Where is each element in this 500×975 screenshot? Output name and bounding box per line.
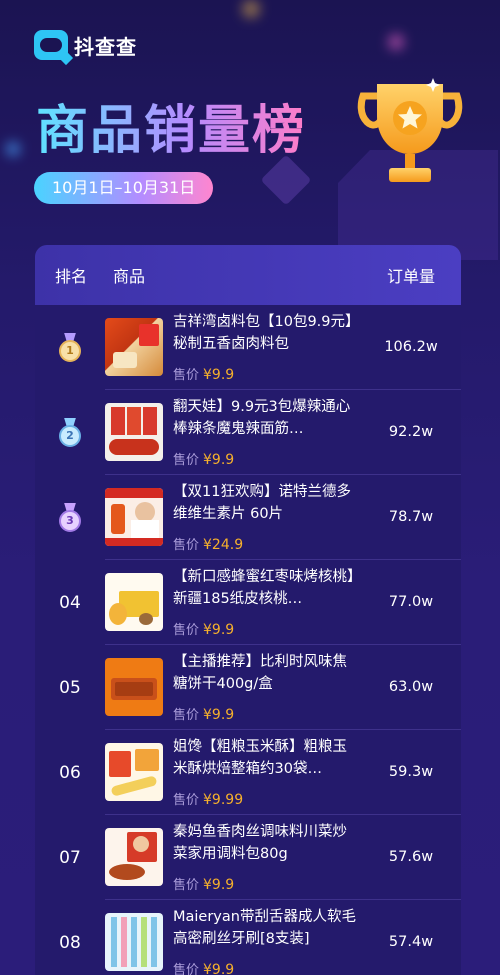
table-row[interactable]: 2 翻天娃】9.9元3包爆辣通心棒辣条魔鬼辣面筋… 售价 ¥9.9 92.2w	[59, 390, 461, 475]
product-name[interactable]: 【主播推荐】比利时风味焦糖饼干400g/盒	[173, 651, 361, 695]
rank-cell: 05	[59, 677, 81, 698]
gold-medal-icon: 1	[58, 332, 82, 363]
product-name[interactable]: Maieryan带刮舌器成人软毛高密刷丝牙刷[8支装]	[173, 906, 361, 950]
header-rank: 排名	[55, 267, 88, 286]
price-label: 售价	[173, 963, 200, 975]
table-row[interactable]: 06 姐馋【粗粮玉米酥】粗粮玉米酥烘焙整箱约30袋… 售价 ¥9.99 59.3w	[59, 730, 461, 815]
price-label: 售价	[173, 623, 200, 638]
app-logo[interactable]: 抖查查	[34, 30, 137, 66]
price-value: ¥9.9	[203, 367, 235, 383]
table-header: 排名 商品 订单量	[35, 245, 461, 305]
price-value: ¥9.9	[203, 962, 235, 975]
decor-glow-pink	[388, 34, 404, 50]
rank-cell: 06	[59, 762, 81, 783]
product-thumbnail[interactable]	[105, 488, 163, 546]
order-count: 106.2w	[384, 339, 438, 355]
table-row[interactable]: 3 【双11狂欢购】诺特兰德多维维生素片 60片 售价 ¥24.9 78.7w	[59, 475, 461, 560]
price-line: 售价 ¥9.9	[173, 704, 361, 723]
order-count: 77.0w	[388, 594, 434, 610]
table-row[interactable]: 07 秦妈鱼香肉丝调味料川菜炒菜家用调料包80g 售价 ¥9.9 57.6w	[59, 815, 461, 900]
price-label: 售价	[173, 453, 200, 468]
price-line: 售价 ¥9.9	[173, 449, 361, 468]
rank-cell: 2	[35, 390, 105, 475]
decor-glow-blue	[6, 142, 20, 156]
table-row[interactable]: 04 【新口感蜂蜜红枣味烤核桃】新疆185纸皮核桃… 售价 ¥9.9 77.0w	[59, 560, 461, 645]
rank-cell: 3	[35, 475, 105, 560]
product-thumbnail[interactable]	[105, 658, 163, 716]
price-value: ¥9.9	[203, 452, 235, 468]
product-thumbnail[interactable]	[105, 743, 163, 801]
price-value: ¥24.9	[203, 537, 244, 553]
ranking-panel: 排名 商品 订单量 1 吉祥湾卤料包【10包9.9元】秘制五香卤肉料包 售价 ¥9…	[35, 245, 461, 975]
rank-cell: 08	[59, 932, 81, 953]
price-value: ¥9.9	[203, 622, 235, 638]
price-line: 售价 ¥9.99	[173, 789, 361, 808]
rank-cell: 07	[59, 847, 81, 868]
header-goods: 商品	[113, 267, 146, 286]
product-thumbnail[interactable]	[105, 573, 163, 631]
product-name[interactable]: 姐馋【粗粮玉米酥】粗粮玉米酥烘焙整箱约30袋…	[173, 736, 361, 780]
order-count: 78.7w	[388, 509, 434, 525]
order-count: 57.4w	[388, 934, 434, 950]
product-thumbnail[interactable]	[105, 318, 163, 376]
app-name: 抖查查	[74, 34, 137, 59]
order-count: 92.2w	[388, 424, 434, 440]
price-value: ¥9.99	[203, 792, 244, 808]
product-name[interactable]: 秦妈鱼香肉丝调味料川菜炒菜家用调料包80g	[173, 821, 361, 865]
price-value: ¥9.9	[203, 707, 235, 723]
price-label: 售价	[173, 368, 200, 383]
trophy-icon	[357, 78, 463, 182]
price-line: 售价 ¥9.9	[173, 619, 361, 638]
product-name[interactable]: 吉祥湾卤料包【10包9.9元】秘制五香卤肉料包	[173, 311, 361, 355]
chat-bubble-icon	[34, 30, 74, 66]
price-label: 售价	[173, 878, 200, 893]
product-thumbnail[interactable]	[105, 913, 163, 971]
rank-cell: 1	[35, 305, 105, 390]
bronze-medal-icon: 3	[58, 502, 82, 533]
product-thumbnail[interactable]	[105, 828, 163, 886]
price-line: 售价 ¥24.9	[173, 534, 361, 553]
decor-glow-gold	[242, 0, 260, 18]
table-row[interactable]: 08 Maieryan带刮舌器成人软毛高密刷丝牙刷[8支装] 售价 ¥9.9 57…	[59, 900, 461, 975]
rank-cell: 04	[59, 592, 81, 613]
table-row[interactable]: 1 吉祥湾卤料包【10包9.9元】秘制五香卤肉料包 售价 ¥9.9 106.2w	[59, 305, 461, 390]
product-name[interactable]: 翻天娃】9.9元3包爆辣通心棒辣条魔鬼辣面筋…	[173, 396, 361, 440]
header-orders: 订单量	[386, 267, 435, 286]
product-name[interactable]: 【新口感蜂蜜红枣味烤核桃】新疆185纸皮核桃…	[173, 566, 361, 610]
silver-medal-icon: 2	[58, 417, 82, 448]
price-label: 售价	[173, 538, 200, 553]
date-range-pill[interactable]: 10月1日–10月31日	[34, 172, 214, 204]
table-row[interactable]: 05 【主播推荐】比利时风味焦糖饼干400g/盒 售价 ¥9.9 63.0w	[59, 645, 461, 730]
price-value: ¥9.9	[203, 877, 235, 893]
order-count: 63.0w	[388, 679, 434, 695]
order-count: 59.3w	[388, 764, 434, 780]
price-line: 售价 ¥9.9	[173, 874, 361, 893]
product-thumbnail[interactable]	[105, 403, 163, 461]
product-name[interactable]: 【双11狂欢购】诺特兰德多维维生素片 60片	[173, 481, 361, 525]
page-title: 商品销量榜	[36, 88, 306, 163]
price-label: 售价	[173, 708, 200, 723]
price-label: 售价	[173, 793, 200, 808]
order-count: 57.6w	[388, 849, 434, 865]
price-line: 售价 ¥9.9	[173, 959, 361, 975]
price-line: 售价 ¥9.9	[173, 364, 361, 383]
